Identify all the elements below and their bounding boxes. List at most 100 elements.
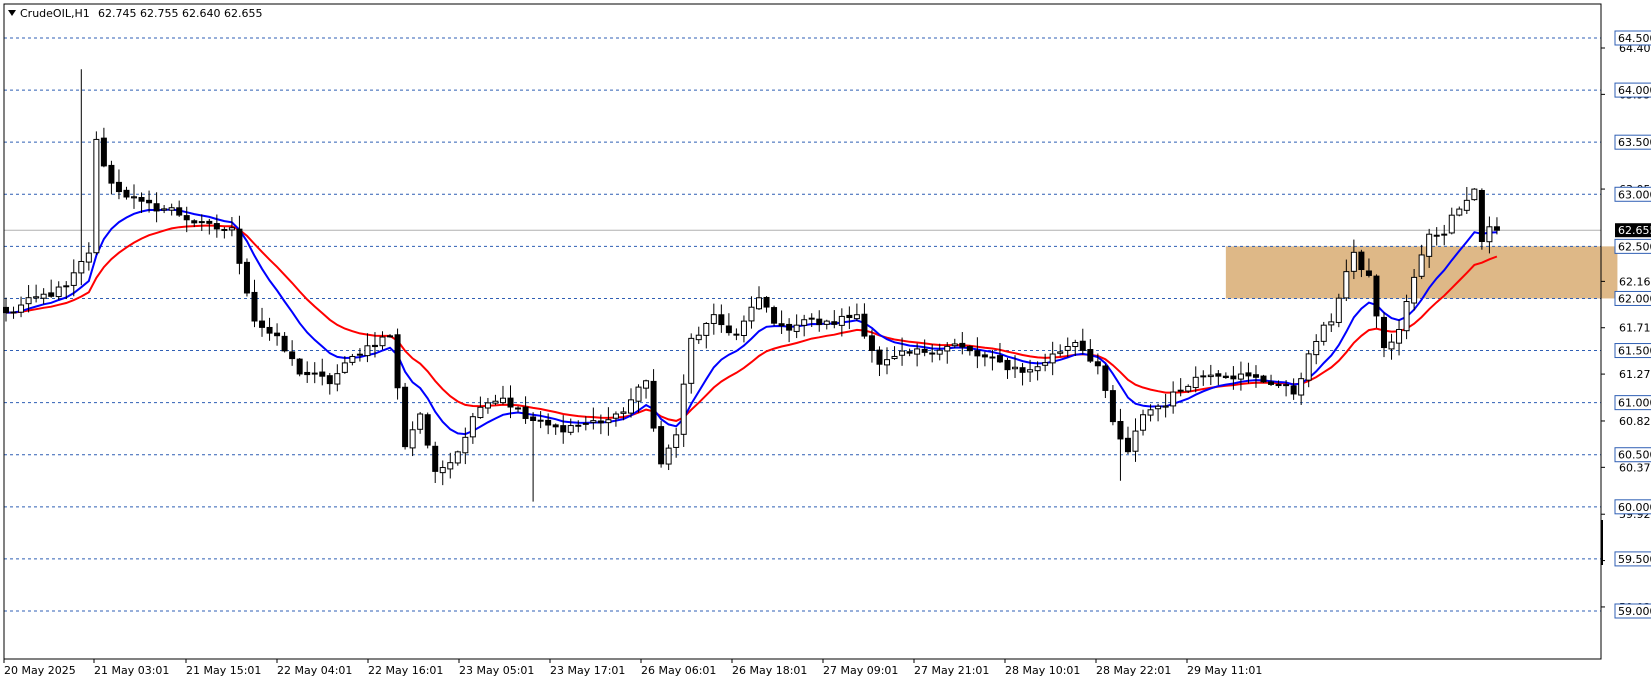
candle-body-bull	[936, 349, 943, 355]
candle-body-bear	[515, 407, 522, 410]
symbol-label: CrudeOIL,H1	[20, 7, 90, 20]
candle-body-bear	[326, 375, 333, 385]
candle-body-bear	[522, 406, 529, 419]
candle-body-bear	[146, 199, 153, 204]
candle-body-bull	[703, 322, 710, 336]
level-price-tag: 61.500	[1614, 343, 1651, 359]
price-tick-label: 61.274	[1619, 368, 1651, 381]
candle-body-bull	[808, 317, 815, 320]
time-tick-label: 23 May 17:01	[550, 664, 625, 677]
candle-body-bear	[959, 342, 966, 348]
candle-body-bear	[394, 334, 401, 389]
candle-body-bear	[1245, 372, 1252, 377]
candle-body-bear	[1478, 189, 1485, 243]
candle-body-bear	[296, 358, 303, 375]
candle-body-bear	[725, 325, 732, 334]
candle-body-bear	[1019, 367, 1026, 373]
candle-body-bull	[1305, 353, 1312, 381]
candle-body-bull	[364, 345, 371, 357]
candle-body-bear	[974, 350, 981, 357]
candle-body-bull	[1200, 375, 1207, 378]
candle-body-bear	[176, 207, 183, 216]
candle-body-bull	[635, 386, 642, 402]
candle	[1471, 188, 1478, 201]
level-tag-label: 60.000	[1618, 501, 1651, 514]
candle	[454, 450, 461, 466]
axis-scroll-marker	[1601, 520, 1603, 565]
candle-body-bear	[597, 420, 604, 424]
candle-body-bull	[695, 334, 702, 341]
candle-body-bear	[319, 371, 326, 377]
candle-body-bull	[1320, 324, 1327, 342]
candle-body-bull	[951, 343, 958, 347]
level-tag-label: 64.000	[1618, 84, 1651, 97]
candle-body-bull	[1012, 366, 1019, 370]
candle-body-bull	[168, 207, 175, 211]
price-chart[interactable]: 64.40463.95963.05062.16461.71961.27460.8…	[0, 0, 1651, 682]
candle-body-bear	[718, 314, 725, 326]
candle-body-bear	[658, 426, 665, 465]
candle-body-bear	[191, 220, 198, 224]
candle-body-bull	[710, 314, 717, 324]
candle-body-bear	[996, 355, 1003, 363]
candle-body-bear	[733, 333, 740, 336]
candle-body-bull	[590, 420, 597, 423]
candle-body-bull	[311, 372, 318, 375]
candle-body-bull	[899, 350, 906, 356]
candle-body-bull	[1343, 271, 1350, 299]
candle-body-bull	[379, 336, 386, 347]
candle	[296, 358, 303, 377]
candle-body-bull	[1049, 353, 1056, 364]
candle-body-bear	[115, 181, 122, 193]
level-tag-label: 59.000	[1618, 605, 1651, 618]
candle-body-bear	[1004, 359, 1011, 371]
candle-body-bull	[1237, 373, 1244, 380]
candle-body-bear	[921, 348, 928, 353]
candle-body-bear	[100, 137, 107, 167]
candle-body-bear	[778, 323, 785, 327]
candle-body-bear	[243, 261, 250, 294]
candle	[1260, 374, 1267, 383]
candle-body-bull	[1486, 226, 1493, 243]
price-tick-label: 62.164	[1619, 275, 1651, 288]
level-tag-label: 60.500	[1618, 449, 1651, 462]
candle-body-bear	[1117, 420, 1124, 440]
candle	[93, 131, 100, 255]
candle-body-bear	[966, 345, 973, 352]
candle-body-bear	[906, 351, 913, 354]
candle	[771, 305, 778, 326]
chart-header: CrudeOIL,H1 62.745 62.755 62.640 62.655	[8, 7, 262, 20]
candle-body-bear	[153, 203, 160, 212]
candle-body-bull	[484, 402, 491, 409]
time-tick-label: 28 May 22:01	[1096, 664, 1171, 677]
candle-body-bear	[1373, 275, 1380, 317]
candle-body-bear	[1433, 234, 1440, 237]
candle-body-bear	[552, 424, 559, 428]
candle-body-bull	[537, 419, 544, 422]
level-tag-label: 59.500	[1618, 553, 1651, 566]
candle-body-bear	[108, 164, 115, 184]
level-tag-label: 64.500	[1618, 32, 1651, 45]
time-tick-label: 22 May 04:01	[277, 664, 352, 677]
candle-body-bull	[85, 252, 92, 263]
candle-body-bear	[221, 228, 228, 231]
candle-body-bear	[1230, 375, 1237, 380]
candle-body-bull	[1448, 214, 1455, 234]
candle-body-bull	[748, 306, 755, 322]
candle-body-bull	[823, 320, 830, 325]
candle-body-bear	[507, 397, 514, 408]
candle-body-bull	[1140, 414, 1147, 431]
candle-body-bear	[1283, 384, 1290, 387]
candle-body-bull	[341, 362, 348, 373]
candle-body-bear	[1087, 349, 1094, 362]
candle-body-bull	[18, 304, 25, 313]
candle-body-bull	[838, 315, 845, 326]
candle-body-bull	[1463, 199, 1470, 211]
candle	[1335, 293, 1342, 328]
candle-body-bull	[605, 419, 612, 424]
candle-body-bull	[40, 293, 47, 299]
candle-body-bear	[1290, 385, 1297, 395]
candle-body-bull	[1132, 430, 1139, 452]
candle-body-bear	[281, 335, 288, 352]
candle-body-bull	[1471, 188, 1478, 201]
